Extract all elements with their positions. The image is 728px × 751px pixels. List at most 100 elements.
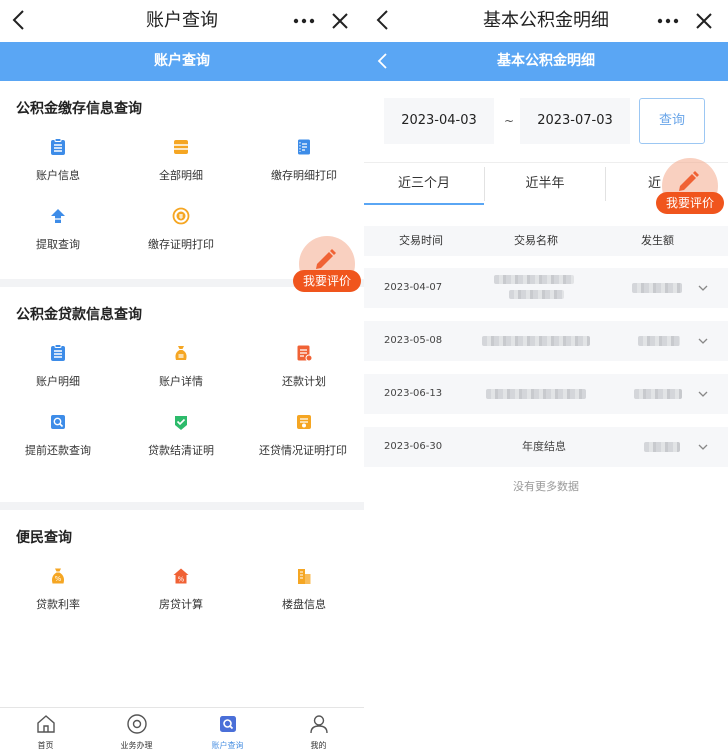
menu-item-label: 账户详情 (159, 375, 203, 388)
document-icon (297, 345, 313, 362)
house-percent-icon: % (173, 568, 189, 584)
notebook-icon (298, 139, 310, 155)
svg-text:%: % (55, 575, 62, 583)
svg-text:%: % (178, 576, 185, 584)
menu-item-property-info[interactable]: 楼盘信息 (246, 567, 362, 613)
chevron-down-icon (698, 285, 708, 291)
check-badge-icon (175, 416, 187, 430)
menu-item-loan-rate[interactable]: % 贷款利率 (0, 567, 116, 613)
menu-item-deposit-certificate[interactable]: 缴存证明打印 (123, 207, 239, 253)
bottom-tab-bar: 首页 业务办理 账户查询 我的 (0, 707, 364, 751)
tab-label: 我的 (310, 741, 327, 750)
menu-item-label: 贷款利率 (36, 598, 80, 611)
menu-item-label: 提前还款查询 (25, 444, 91, 457)
tab-mine[interactable]: 我的 (273, 708, 364, 751)
column-header-time: 交易时间 (399, 234, 443, 247)
end-date-field[interactable]: 2023-07-03 (520, 98, 630, 144)
row-name: 年度结息 (522, 440, 566, 453)
section-title-deposit: 公积金缴存信息查询 (16, 101, 142, 117)
menu-item-label: 账户信息 (36, 169, 80, 182)
menu-item-account-details[interactable]: 账户明细 (0, 344, 116, 390)
column-header-amount: 发生额 (641, 234, 674, 247)
clipboard-icon (51, 344, 65, 361)
menu-item-label: 还款计划 (282, 375, 326, 388)
table-header: 交易时间 交易名称 发生额 (364, 226, 728, 256)
feedback-button[interactable]: 我要评价 (656, 158, 726, 218)
chevron-down-icon (698, 338, 708, 344)
section-title-loan: 公积金贷款信息查询 (16, 307, 142, 323)
menu-item-all-details[interactable]: 全部明细 (123, 138, 239, 184)
blurred-name (494, 275, 574, 284)
chevron-down-icon (698, 391, 708, 397)
feedback-button[interactable]: 我要评价 (293, 236, 363, 296)
tab-label: 账户查询 (211, 741, 244, 750)
header-banner: 基本公积金明细 (364, 42, 728, 81)
top-nav-bar: 账户查询 (0, 0, 364, 42)
banner-title: 基本公积金明细 (497, 53, 595, 69)
search-doc-icon (51, 415, 65, 429)
chevron-left-icon[interactable] (372, 50, 394, 72)
feedback-label: 我要评价 (293, 270, 361, 292)
menu-item-withdraw-query[interactable]: 提取查询 (0, 207, 116, 253)
close-icon[interactable] (690, 7, 718, 35)
close-icon[interactable] (326, 7, 354, 35)
blurred-amount (644, 442, 680, 452)
tab-account-query[interactable]: 账户查询 (182, 708, 273, 751)
blurred-amount (634, 389, 682, 399)
menu-item-label: 缴存明细打印 (271, 169, 337, 182)
tab-half-year[interactable]: 近半年 (485, 163, 605, 205)
menu-item-mortgage-calculator[interactable]: % 房贷计算 (123, 567, 239, 613)
menu-item-deposit-print[interactable]: 缴存明细打印 (246, 138, 362, 184)
account-query-icon (219, 716, 236, 732)
no-more-data-text: 没有更多数据 (513, 480, 579, 493)
back-arrow-icon[interactable] (370, 6, 398, 34)
query-button[interactable]: 查询 (639, 98, 705, 144)
blurred-name (482, 336, 590, 346)
menu-item-prepayment-query[interactable]: 提前还款查询 (0, 413, 116, 459)
home-icon (36, 715, 55, 733)
menu-item-label: 缴存证明打印 (148, 238, 214, 251)
stack-icon (174, 140, 188, 154)
menu-item-label: 账户明细 (36, 375, 80, 388)
tab-label: 首页 (37, 741, 54, 750)
row-date: 2023-04-07 (384, 282, 443, 293)
percent-bag-icon: % (52, 568, 64, 584)
certificate-icon (297, 415, 311, 429)
tab-label: 业务办理 (120, 741, 153, 750)
more-icon[interactable] (654, 7, 682, 35)
section-title-convenience: 便民查询 (16, 530, 72, 546)
section-divider (0, 502, 364, 510)
tab-home[interactable]: 首页 (0, 708, 91, 751)
table-row[interactable]: 2023-06-30 年度结息 (364, 427, 728, 467)
menu-item-repayment-certificate[interactable]: 还贷情况证明打印 (246, 413, 362, 459)
menu-item-repayment-plan[interactable]: 还款计划 (246, 344, 362, 390)
column-header-name: 交易名称 (514, 234, 558, 247)
user-icon (309, 715, 328, 734)
blurred-name (486, 389, 586, 399)
menu-item-account-overview[interactable]: 账户详情 (123, 344, 239, 390)
menu-item-label: 提取查询 (36, 238, 80, 251)
tab-business[interactable]: 业务办理 (91, 708, 182, 751)
row-date: 2023-06-30 (384, 441, 443, 452)
menu-item-label: 贷款结清证明 (148, 444, 214, 457)
chevron-down-icon (698, 444, 708, 450)
row-date: 2023-05-08 (384, 335, 443, 346)
header-banner: 账户查询 (0, 42, 364, 81)
back-arrow-icon[interactable] (6, 6, 34, 34)
clipboard-icon (51, 138, 65, 155)
menu-item-loan-settlement[interactable]: 贷款结清证明 (123, 413, 239, 459)
table-row[interactable]: 2023-05-08 (364, 321, 728, 361)
start-date-field[interactable]: 2023-04-03 (384, 98, 494, 144)
tab-three-months[interactable]: 近三个月 (364, 163, 484, 205)
menu-item-label: 房贷计算 (159, 598, 203, 611)
table-row[interactable]: 2023-04-07 (364, 268, 728, 308)
menu-item-account-info[interactable]: 账户信息 (0, 138, 116, 184)
more-icon[interactable] (290, 7, 318, 35)
table-row[interactable]: 2023-06-13 (364, 374, 728, 414)
building-icon (298, 569, 311, 584)
menu-item-label: 全部明细 (159, 169, 203, 182)
compass-icon (126, 714, 147, 734)
blurred-amount (638, 336, 680, 346)
blurred-name (509, 290, 564, 299)
feedback-label: 我要评价 (656, 192, 724, 214)
